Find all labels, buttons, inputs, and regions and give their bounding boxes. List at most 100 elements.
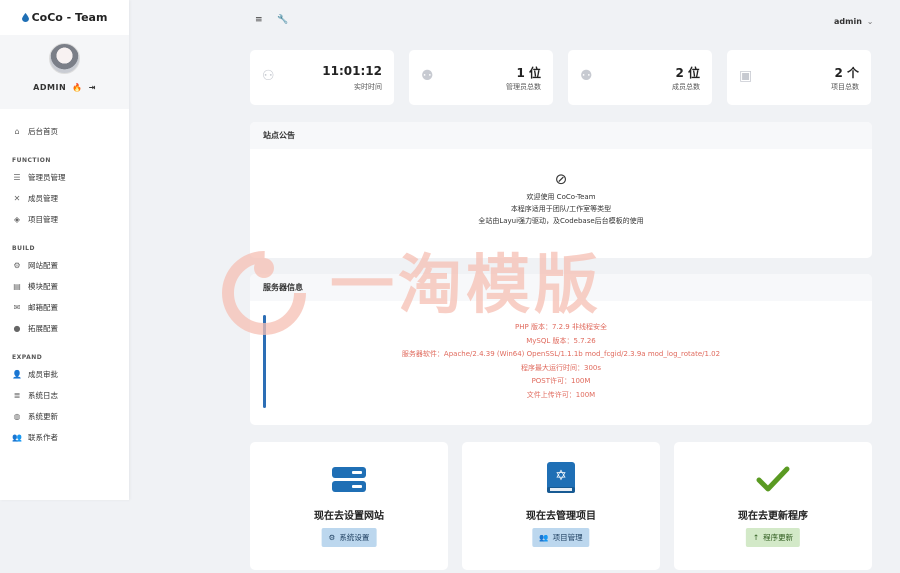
wrench-icon[interactable]: 🔧	[277, 15, 288, 25]
sidebar-item-member-approval[interactable]: 👤 成员审批	[0, 364, 129, 385]
action-card-program-update: 现在去更新程序 ↑ 程序更新	[674, 442, 872, 570]
sidebar-item-label: 后台首页	[28, 127, 58, 136]
header-username: admin	[834, 17, 862, 26]
server-accent-bar	[263, 315, 266, 408]
action-card-project-management: ✡ 现在去管理项目 👥 项目管理	[462, 442, 660, 570]
notice-line: 本程序适用于团队/工作室等类型	[510, 205, 612, 213]
server-icon: ▤	[13, 282, 21, 291]
sidebar-item-label: 拓展配置	[28, 324, 58, 333]
arrow-up-icon: ↑	[752, 533, 760, 542]
action-title: 现在去更新程序	[738, 511, 808, 522]
profile-username[interactable]: ADMIN	[33, 83, 66, 92]
sidebar-item-label: 邮箱配置	[28, 303, 58, 312]
sidebar-item-label: 联系作者	[28, 433, 58, 442]
sidebar-item-module-config[interactable]: ▤ 模块配置	[0, 276, 129, 297]
check-icon	[756, 466, 790, 492]
sidebar-item-system-log[interactable]: ≣ 系统日志	[0, 385, 129, 406]
notice-line: 全站由Layui强力驱动，及Codebase后台模板的使用	[478, 217, 644, 225]
sidebar-item-site-config[interactable]: ⚙ 网站配置	[0, 255, 129, 276]
server-info-line: 程序最大运行时间：300s	[520, 363, 601, 372]
stat-label: 项目总数	[831, 83, 859, 91]
server-title: 服务器信息	[250, 274, 872, 301]
server-panel: 服务器信息 PHP 版本：7.2.9 非线程安全 MySQL 版本：5.7.26…	[250, 274, 872, 425]
action-title: 现在去设置网站	[314, 511, 384, 522]
users-icon: 👥	[12, 433, 22, 442]
envelope-open-icon: ✉	[13, 303, 21, 312]
sidebar-item-label: 网站配置	[28, 261, 58, 270]
nav-section-build: BUILD	[12, 245, 35, 252]
stat-card-members: ⚉ 2 位 成员总数	[568, 50, 712, 105]
sidebar-item-label: 成员管理	[28, 194, 58, 203]
profile: ADMIN 🔥 ⇥	[0, 35, 129, 109]
brand-name: CoCo - Team	[31, 11, 108, 24]
sidebar-item-contact-author[interactable]: 👥 联系作者	[0, 427, 129, 448]
nav-section-expand: EXPAND	[12, 354, 43, 361]
globe-icon: ◍	[13, 412, 21, 421]
stat-card-admins: ⚉ 1 位 管理员总数	[409, 50, 553, 105]
layers-icon: ◈	[13, 215, 21, 224]
stat-card-time: ⚇ 11:01:12 实时时间	[250, 50, 394, 105]
users-icon: 👥	[539, 533, 549, 542]
stat-value: 2 位	[675, 66, 700, 80]
server-info-line: MySQL 版本：5.7.26	[526, 336, 596, 345]
chevron-down-icon: ⌄	[866, 17, 874, 26]
button-label: 程序更新	[763, 533, 794, 542]
nav-section-function: FUNCTION	[12, 157, 51, 164]
sidebar-item-label: 成员审批	[28, 370, 58, 379]
sidebar-item-project-management[interactable]: ◈ 项目管理	[0, 209, 129, 230]
stat-card-projects: ▣ 2 个 项目总数	[727, 50, 871, 105]
sitemap-icon: ⚇	[262, 68, 275, 84]
stat-label: 实时时间	[354, 83, 382, 91]
cogs-icon: ⚙	[13, 261, 21, 270]
stat-value: 1 位	[516, 66, 541, 80]
stat-value: 2 个	[834, 66, 859, 80]
stat-label: 管理员总数	[506, 83, 541, 91]
drop-icon	[21, 13, 29, 22]
sidebar-item-label: 系统日志	[28, 391, 58, 400]
server-stack-icon	[332, 467, 366, 492]
action-title: 现在去管理项目	[526, 511, 596, 522]
brand[interactable]: CoCo - Team	[0, 0, 129, 35]
server-info-line: 服务器软件：Apache/2.4.39 (Win64) OpenSSL/1.1.…	[401, 350, 721, 358]
svg-text:✡: ✡	[555, 468, 567, 484]
program-update-button[interactable]: ↑ 程序更新	[745, 528, 801, 547]
ban-icon: ⊘	[554, 170, 568, 188]
stat-label: 成员总数	[672, 83, 700, 91]
sidebar-item-system-update[interactable]: ◍ 系统更新	[0, 406, 129, 427]
sidebar-item-admin-management[interactable]: ☰ 管理员管理	[0, 167, 129, 188]
fire-icon[interactable]: 🔥	[72, 83, 82, 92]
sidebar-item-member-management[interactable]: ✕ 成员管理	[0, 188, 129, 209]
sidebar-item-label: 模块配置	[28, 282, 58, 291]
project-management-button[interactable]: 👥 项目管理	[532, 528, 590, 547]
sidebar-item-mail-config[interactable]: ✉ 邮箱配置	[0, 297, 129, 318]
users-icon: ⚉	[580, 68, 593, 84]
log-list-icon: ≣	[13, 391, 21, 400]
server-info-line: POST许可：100M	[531, 377, 591, 385]
book-star-icon: ✡	[547, 462, 575, 493]
button-label: 项目管理	[552, 533, 583, 542]
sidebar: CoCo - Team ADMIN 🔥 ⇥ ⌂ 后台首页 FUNCTION ☰ …	[0, 0, 129, 500]
users-group-icon: ⚉	[421, 68, 434, 84]
action-card-site-settings: 现在去设置网站 ⚙ 系统设置	[250, 442, 448, 570]
briefcase-icon: ▣	[739, 68, 753, 84]
notice-panel: 站点公告 ⊘ 欢迎使用 CoCo-Team 本程序适用于团队/工作室等类型 全站…	[250, 122, 872, 258]
logout-icon[interactable]: ⇥	[89, 83, 96, 92]
sidebar-item-extension-config[interactable]: ● 拓展配置	[0, 318, 129, 339]
bomb-icon: ●	[13, 324, 21, 333]
sidebar-nav: ⌂ 后台首页 FUNCTION ☰ 管理员管理 ✕ 成员管理 ◈ 项目管理 BU…	[0, 109, 129, 448]
list-icon: ☰	[13, 173, 21, 182]
menu-toggle-icon[interactable]: ≡	[255, 15, 263, 25]
notice-title: 站点公告	[250, 122, 872, 149]
sidebar-item-label: 项目管理	[28, 215, 58, 224]
user-menu[interactable]: admin ⌄	[834, 17, 873, 26]
sidebar-item-home[interactable]: ⌂ 后台首页	[0, 121, 129, 142]
sidebar-item-label: 系统更新	[28, 412, 58, 421]
notice-line: 欢迎使用 CoCo-Team	[526, 193, 596, 201]
system-settings-button[interactable]: ⚙ 系统设置	[321, 528, 377, 547]
home-icon: ⌂	[14, 127, 20, 136]
user-plus-icon: 👤	[12, 370, 22, 379]
sidebar-item-label: 管理员管理	[28, 173, 66, 182]
avatar[interactable]	[49, 43, 80, 74]
server-info-line: PHP 版本：7.2.9 非线程安全	[515, 323, 607, 331]
tools-icon: ✕	[13, 194, 21, 203]
